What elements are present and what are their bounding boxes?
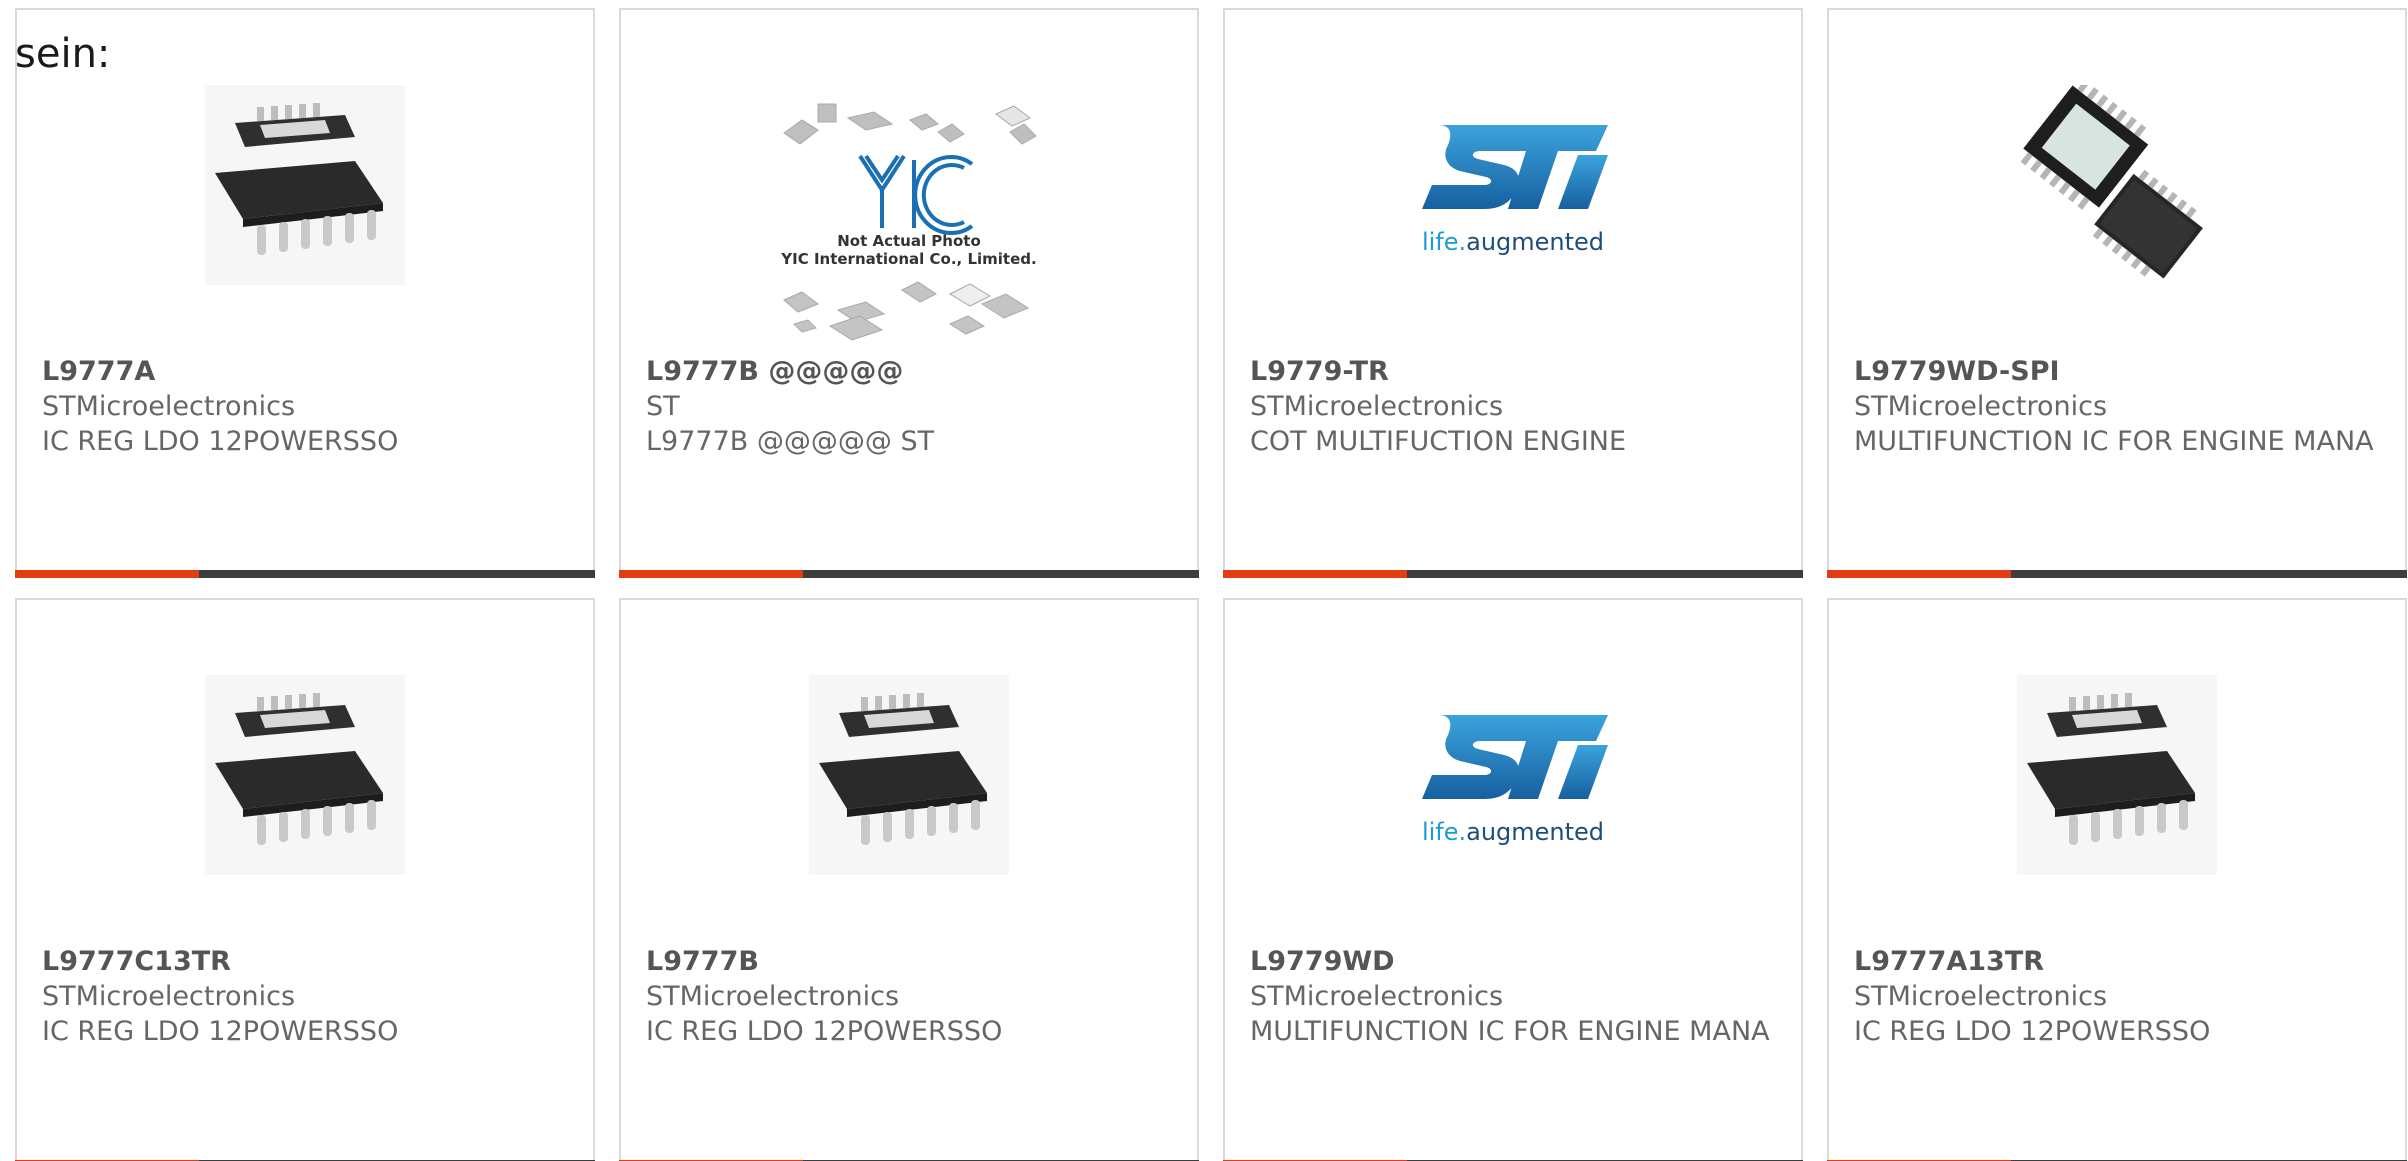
svg-text:life.augmented: life.augmented	[1422, 818, 1604, 846]
card-accent-bar	[15, 570, 199, 578]
product-image[interactable]: Not Actual Photo YIC International Co., …	[621, 98, 1197, 348]
product-info: L9777A13TR STMicroelectronics IC REG LDO…	[1854, 944, 2380, 1049]
product-card[interactable]: L9777B STMicroelectronics IC REG LDO 12P…	[619, 598, 1199, 1161]
product-description: IC REG LDO 12POWERSSO	[646, 1016, 1003, 1047]
product-manufacturer: ST	[646, 391, 680, 422]
product-part-number[interactable]: L9779WD-SPI	[1854, 354, 2380, 389]
product-part-number[interactable]: L9779WD	[1250, 944, 1776, 979]
product-manufacturer: STMicroelectronics	[1854, 391, 2108, 422]
product-image[interactable]	[1829, 80, 2405, 290]
product-info: L9779WD-SPI STMicroelectronics MULTIFUNC…	[1854, 354, 2380, 459]
product-part-number[interactable]: L9779-TR	[1250, 354, 1776, 389]
st-logo-icon: life.augmented	[1422, 125, 1608, 256]
chip-package-icon	[205, 85, 405, 285]
product-manufacturer: STMicroelectronics	[1250, 981, 1504, 1012]
chip-package-icon	[809, 675, 1009, 875]
photo-caption-2: YIC International Co., Limited.	[780, 250, 1036, 268]
product-manufacturer: STMicroelectronics	[646, 981, 900, 1012]
product-info: L9779-TR STMicroelectronics COT MULTIFUC…	[1250, 354, 1776, 459]
product-part-number[interactable]: L9777A	[42, 354, 568, 389]
card-bottom-bar	[619, 570, 1199, 578]
product-info: L9779WD STMicroelectronics MULTIFUNCTION…	[1250, 944, 1776, 1049]
st-logo-icon: life.augmented	[1422, 715, 1608, 846]
product-part-number[interactable]: L9777A13TR	[1854, 944, 2380, 979]
product-manufacturer: STMicroelectronics	[42, 981, 296, 1012]
product-image[interactable]	[17, 670, 593, 880]
product-manufacturer: STMicroelectronics	[1854, 981, 2108, 1012]
product-description: IC REG LDO 12POWERSSO	[42, 426, 399, 457]
product-description: IC REG LDO 12POWERSSO	[42, 1016, 399, 1047]
product-description: IC REG LDO 12POWERSSO	[1854, 1016, 2211, 1047]
not-actual-photo-icon: Not Actual Photo YIC International Co., …	[780, 103, 1037, 341]
product-grid-page: sein: L9777A STMicroelectronics IC REG L…	[0, 0, 2408, 1161]
card-accent-bar	[1827, 570, 2011, 578]
chip-package-icon	[2017, 675, 2217, 875]
product-info: L9777B @@@@@ ST L9777B @@@@@ ST	[646, 354, 1172, 459]
product-card[interactable]: L9777A13TR STMicroelectronics IC REG LDO…	[1827, 598, 2407, 1161]
product-image[interactable]	[621, 670, 1197, 880]
card-bottom-bar	[15, 570, 595, 578]
product-info: L9777C13TR STMicroelectronics IC REG LDO…	[42, 944, 568, 1049]
product-part-number[interactable]: L9777B	[646, 944, 1172, 979]
card-accent-bar	[619, 570, 803, 578]
product-part-number[interactable]: L9777C13TR	[42, 944, 568, 979]
power-pad-package-icon	[2020, 85, 2203, 279]
card-accent-bar	[1223, 570, 1407, 578]
tagline-augmented: augmented	[1466, 818, 1604, 846]
product-description: MULTIFUNCTION IC FOR ENGINE MANA	[1854, 426, 2374, 457]
product-image[interactable]	[1829, 670, 2405, 880]
intro-text: sein:	[15, 31, 111, 77]
photo-caption-1: Not Actual Photo	[837, 232, 981, 250]
product-card[interactable]: L9779WD-SPI STMicroelectronics MULTIFUNC…	[1827, 8, 2407, 578]
product-image[interactable]: life.augmented	[1225, 80, 1801, 290]
product-card[interactable]: L9777A STMicroelectronics IC REG LDO 12P…	[15, 8, 595, 578]
product-description: MULTIFUNCTION IC FOR ENGINE MANA	[1250, 1016, 1770, 1047]
product-info: L9777A STMicroelectronics IC REG LDO 12P…	[42, 354, 568, 459]
product-manufacturer: STMicroelectronics	[42, 391, 296, 422]
product-part-number[interactable]: L9777B @@@@@	[646, 354, 1172, 389]
product-description: COT MULTIFUCTION ENGINE	[1250, 426, 1627, 457]
card-bottom-bar	[1827, 570, 2407, 578]
product-image[interactable]: life.augmented	[1225, 670, 1801, 880]
product-info: L9777B STMicroelectronics IC REG LDO 12P…	[646, 944, 1172, 1049]
product-card[interactable]: L9777C13TR STMicroelectronics IC REG LDO…	[15, 598, 595, 1161]
product-image[interactable]	[17, 80, 593, 290]
card-bottom-bar	[1223, 570, 1803, 578]
product-manufacturer: STMicroelectronics	[1250, 391, 1504, 422]
tagline-life: life.	[1422, 228, 1466, 256]
tagline-augmented: augmented	[1466, 228, 1604, 256]
svg-text:life.augmented: life.augmented	[1422, 228, 1604, 256]
product-card[interactable]: Not Actual Photo YIC International Co., …	[619, 8, 1199, 578]
tagline-life: life.	[1422, 818, 1466, 846]
product-card[interactable]: life.augmented L9779-TR STMicroelectroni…	[1223, 8, 1803, 578]
product-card[interactable]: life.augmented L9779WD STMicroelectronic…	[1223, 598, 1803, 1161]
chip-package-icon	[205, 675, 405, 875]
product-description: L9777B @@@@@ ST	[646, 426, 935, 457]
